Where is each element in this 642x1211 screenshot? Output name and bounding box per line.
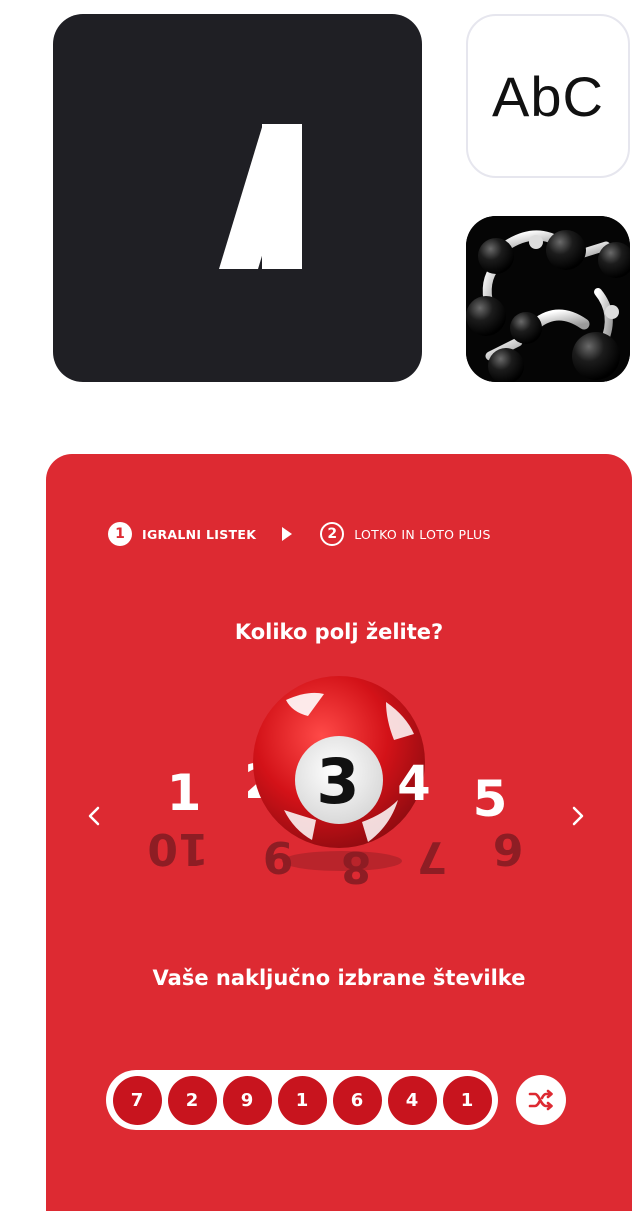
molecule-image xyxy=(466,216,630,382)
random-number: 1 xyxy=(442,1075,492,1125)
random-number: 9 xyxy=(222,1075,272,1125)
selected-field-count[interactable]: 3 xyxy=(316,745,359,818)
shuffle-icon xyxy=(528,1089,553,1111)
chevron-left-icon xyxy=(88,806,100,826)
chevron-right-icon xyxy=(572,806,584,826)
slash-logo-icon xyxy=(219,124,302,269)
wheel-number-5[interactable]: 5 xyxy=(473,770,508,828)
random-number: 6 xyxy=(332,1075,382,1125)
font-tile[interactable]: AbC xyxy=(466,14,630,178)
random-number: 4 xyxy=(387,1075,437,1125)
random-numbers-heading: Vaše naključno izbrane številke xyxy=(152,966,526,990)
wheel-number-6[interactable]: 6 xyxy=(493,823,524,874)
next-button[interactable] xyxy=(564,796,592,836)
wheel-number-7[interactable]: 7 xyxy=(417,831,448,882)
shuffle-button[interactable] xyxy=(516,1075,566,1125)
wheel-number-4[interactable]: 4 xyxy=(397,756,430,812)
previous-button[interactable] xyxy=(80,796,108,836)
random-number: 2 xyxy=(167,1075,217,1125)
lottery-card: 1 IGRALNI LISTEK 2 LOTKO IN LOTO PLUS Ko… xyxy=(46,454,632,1211)
random-number: 7 xyxy=(112,1075,162,1125)
random-numbers-row: 7 2 9 1 6 4 1 xyxy=(106,1070,498,1130)
wheel-number-10[interactable]: 10 xyxy=(147,823,208,874)
app-logo-tile[interactable] xyxy=(53,14,422,382)
font-sample-label: AbC xyxy=(492,64,604,128)
random-number: 1 xyxy=(277,1075,327,1125)
molecule-image-tile[interactable] xyxy=(466,216,630,382)
wheel-number-1[interactable]: 1 xyxy=(167,764,202,822)
